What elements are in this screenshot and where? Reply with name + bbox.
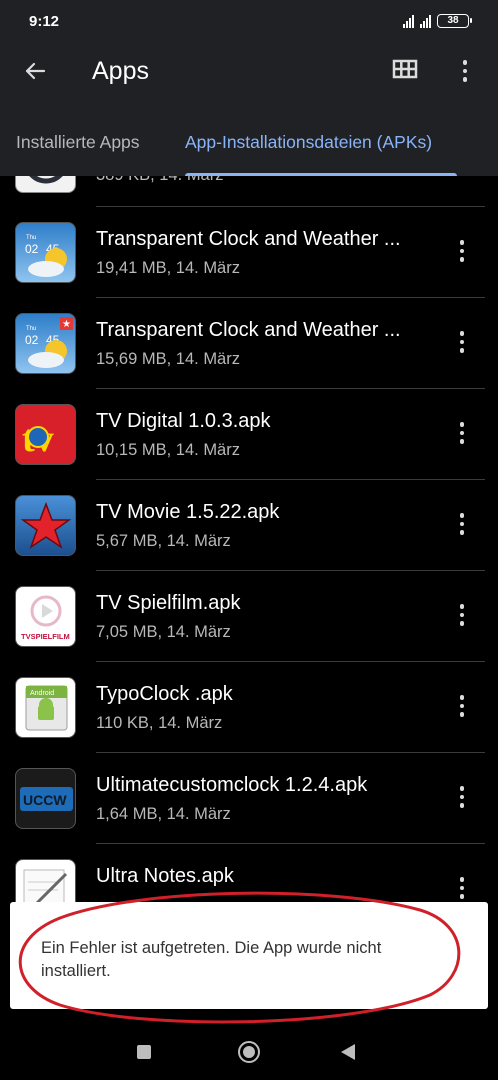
apk-name: TV Movie 1.5.22.apk — [96, 501, 280, 523]
list-item[interactable]: Android TypoClock .apk 110 KB, 14. März — [0, 661, 498, 752]
svg-text:UCCW: UCCW — [23, 792, 67, 808]
apk-list[interactable]: 389 KB, 14. März Thu 02 45 Transparent C… — [0, 176, 498, 1028]
apk-name: Transparent Clock and Weather ... — [96, 319, 401, 341]
app-bar: Apps Installierte Apps App-Installations… — [0, 36, 498, 176]
status-time: 9:12 — [29, 13, 60, 30]
list-item[interactable]: UCCW Ultimatecustomclock 1.2.4.apk 1,64 … — [0, 752, 498, 843]
tv-spielfilm-icon: TVSPIELFILM — [15, 586, 76, 647]
row-more-button[interactable] — [450, 236, 474, 266]
divider — [96, 752, 485, 753]
tv-movie-icon — [15, 495, 76, 556]
apk-name: TV Digital 1.0.3.apk — [96, 410, 271, 432]
apk-name: Transparent Clock and Weather ... — [96, 228, 401, 250]
svg-text:02: 02 — [25, 333, 39, 347]
tab-apk-files[interactable]: App-Installationsdateien (APKs) — [185, 132, 432, 153]
apk-meta: 7,05 MB, 14. März — [96, 623, 231, 641]
row-more-button[interactable] — [450, 691, 474, 721]
app-icon — [15, 176, 76, 193]
apk-meta: 15,69 MB, 14. März — [96, 350, 240, 368]
arrow-back-icon — [25, 62, 46, 80]
more-options-button[interactable] — [452, 56, 478, 86]
divider — [96, 297, 485, 298]
apk-name: Ultimatecustomclock 1.2.4.apk — [96, 774, 368, 796]
svg-text:Thu: Thu — [26, 235, 36, 241]
tab-installed-apps[interactable]: Installierte Apps — [16, 132, 140, 153]
transparent-clock-pro-icon: ★ Thu 02 45 — [15, 313, 76, 374]
signal-icon — [403, 14, 414, 28]
divider — [96, 843, 485, 844]
tv-digital-icon: tv — [15, 404, 76, 465]
divider — [96, 388, 485, 389]
row-more-button[interactable] — [450, 782, 474, 812]
row-more-button[interactable] — [450, 600, 474, 630]
tab-bar: Installierte Apps App-Installationsdatei… — [0, 124, 498, 176]
divider — [96, 479, 485, 480]
svg-text:TVSPIELFILM: TVSPIELFILM — [21, 632, 70, 641]
back-button[interactable] — [18, 54, 52, 88]
nav-back-button[interactable] — [341, 1044, 355, 1060]
row-more-button[interactable] — [450, 873, 474, 903]
divider — [96, 206, 485, 207]
svg-text:02: 02 — [25, 242, 39, 256]
signal-icon-2 — [420, 14, 431, 28]
transparent-clock-icon: Thu 02 45 — [15, 222, 76, 283]
apk-meta: 389 KB, 14. März — [96, 176, 223, 185]
apk-meta: 10,15 MB, 14. März — [96, 441, 240, 459]
row-more-button[interactable] — [450, 418, 474, 448]
row-more-button[interactable] — [450, 509, 474, 539]
home-button[interactable] — [238, 1041, 260, 1063]
list-item[interactable]: Thu 02 45 Transparent Clock and Weather … — [0, 206, 498, 297]
apk-name: Ultra Notes.apk — [96, 865, 234, 887]
status-bar: 9:12 38 — [0, 0, 498, 36]
list-item[interactable]: TV Movie 1.5.22.apk 5,67 MB, 14. März — [0, 479, 498, 570]
list-item[interactable]: ★ Thu 02 45 Transparent Clock and Weathe… — [0, 297, 498, 388]
list-item[interactable]: 389 KB, 14. März — [0, 176, 498, 207]
row-more-button[interactable] — [450, 327, 474, 357]
uccw-icon: UCCW — [15, 768, 76, 829]
apk-meta: 19,41 MB, 14. März — [96, 259, 240, 277]
divider — [96, 570, 485, 571]
apk-meta: 110 KB, 14. März — [96, 714, 223, 732]
error-snackbar: Ein Fehler ist aufgetreten. Die App wurd… — [10, 902, 488, 1009]
page-title: Apps — [92, 57, 149, 85]
svg-text:Thu: Thu — [26, 326, 36, 332]
apk-name: TypoClock .apk — [96, 683, 233, 705]
list-item[interactable]: TVSPIELFILM TV Spielfilm.apk 7,05 MB, 14… — [0, 570, 498, 661]
svg-text:★: ★ — [62, 319, 71, 330]
svg-text:Android: Android — [30, 690, 54, 697]
apk-meta: 1,64 MB, 14. März — [96, 805, 231, 823]
apk-name: TV Spielfilm.apk — [96, 592, 241, 614]
apk-meta: 5,67 MB, 14. März — [96, 532, 231, 550]
typoclock-icon: Android — [15, 677, 76, 738]
navigation-bar — [0, 1028, 498, 1080]
list-item[interactable]: tv TV Digital 1.0.3.apk 10,15 MB, 14. Mä… — [0, 388, 498, 479]
grid-view-button[interactable] — [392, 58, 420, 84]
status-icons: 38 — [403, 14, 472, 28]
recents-button[interactable] — [137, 1045, 151, 1059]
divider — [96, 661, 485, 662]
grid-icon — [392, 59, 418, 79]
battery-icon: 38 — [437, 14, 472, 28]
snackbar-message: Ein Fehler ist aufgetreten. Die App wurd… — [41, 939, 382, 980]
